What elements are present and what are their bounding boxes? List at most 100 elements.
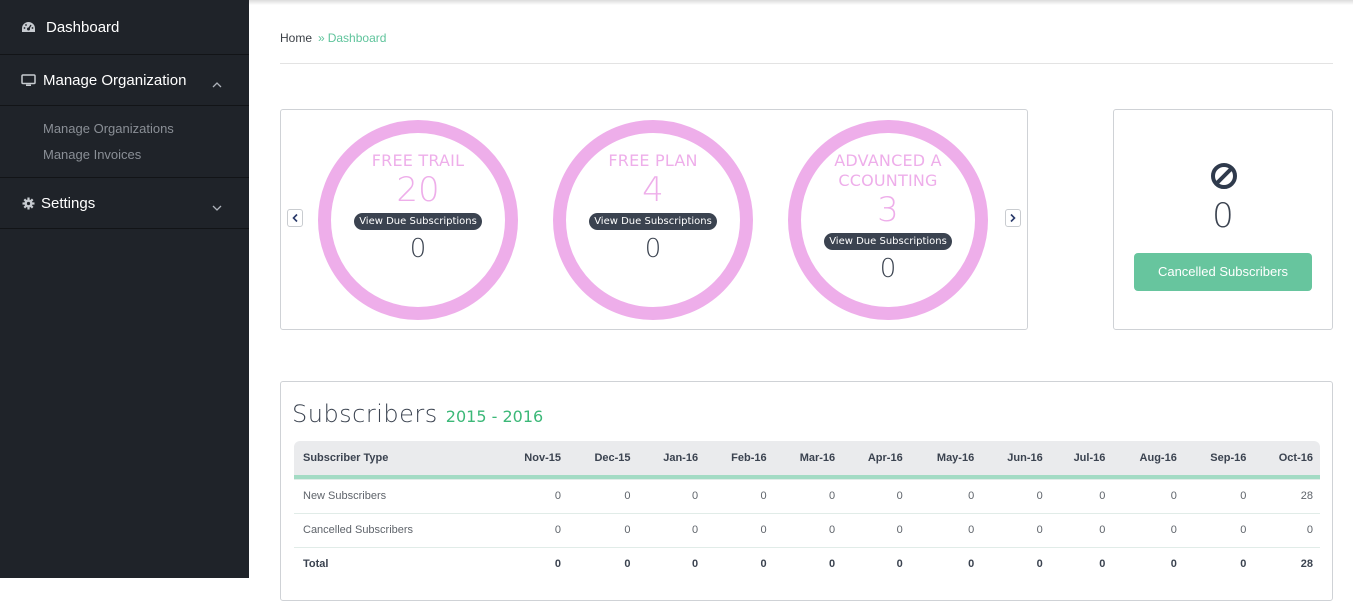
chevron-up-icon[interactable] (211, 75, 223, 88)
table-cell: 0 (637, 513, 706, 548)
table-cell: 28 (1253, 479, 1320, 514)
table-cell: 0 (760, 558, 767, 571)
ban-icon (1211, 163, 1237, 189)
table-cell: 0 (842, 479, 910, 514)
plan-count: 20 (396, 170, 440, 210)
due-count: 0 (644, 234, 662, 264)
sidebar-item-settings[interactable]: Settings (0, 178, 249, 229)
table-cell: 0 (497, 479, 568, 514)
plan-name: ADVANCED A CCOUNTING (834, 151, 942, 190)
table-cell: 28 (1300, 558, 1313, 571)
column-header-month: Mar-16 (799, 452, 836, 464)
breadcrumb: Home » Dashboard (280, 31, 386, 45)
view-due-subscriptions-button[interactable]: View Due Subscriptions (354, 213, 482, 230)
table-cell: 0 (1240, 558, 1247, 571)
table-cell: 0 (497, 513, 568, 548)
sidebar-item-label: Dashboard (46, 18, 120, 36)
row-label: Total (303, 558, 329, 571)
table-cell: 0 (1253, 513, 1320, 548)
column-header-month: May-16 (936, 452, 975, 464)
sidebar-item-manage-organization[interactable]: Manage Organization (0, 55, 249, 106)
column-header-month: Jul-16 (1073, 452, 1106, 464)
plans-carousel: FREE TRAIL 20 View Due Subscriptions 0 F… (280, 109, 1028, 330)
subscribers-range: 2015 - 2016 (445, 407, 544, 426)
table-cell: 0 (1170, 558, 1177, 571)
cancelled-subscribers-button[interactable]: Cancelled Subscribers (1134, 253, 1312, 291)
breadcrumb-current: Dashboard (327, 31, 387, 45)
top-shadow (249, 0, 1353, 5)
table-cell: 0 (909, 479, 982, 514)
plan-count: 4 (642, 170, 664, 210)
table-cell: 0 (691, 558, 699, 571)
carousel-next-button[interactable] (1005, 209, 1021, 227)
chevron-right-icon (1010, 213, 1016, 223)
sidebar: Dashboard Manage Organization Manage Org… (0, 0, 249, 578)
table-cell: 0 (705, 479, 774, 514)
monitor-icon (20, 72, 36, 88)
table-row-cancelled-subscribers: Cancelled Subscribers 0 0 0 0 0 0 0 0 0 0 0 0 (294, 513, 1320, 548)
plan-card-advanced-accounting: ADVANCED A CCOUNTING 3 View Due Subscrip… (788, 120, 988, 320)
column-header-month: Sep-16 (1210, 452, 1247, 464)
column-header-month: Jun-16 (1007, 452, 1043, 464)
column-header-month: Dec-15 (594, 452, 631, 464)
chevron-down-icon[interactable] (211, 198, 223, 211)
breadcrumb-separator-icon: » (318, 31, 325, 45)
gear-icon (20, 195, 36, 211)
sidebar-item-label: Manage Organization (43, 71, 187, 89)
sidebar-item-dashboard[interactable]: Dashboard (0, 0, 249, 55)
table-cell: 0 (1183, 479, 1254, 514)
table-cell: 0 (829, 558, 836, 571)
table-header-row: Subscriber Type Nov-15 Dec-15 Jan-16 Feb-16 M… (294, 441, 1320, 475)
table-cell: 0 (1183, 513, 1254, 548)
sidebar-item-label: Settings (41, 194, 96, 212)
table-cell: 0 (968, 558, 975, 571)
table-cell: 0 (1112, 513, 1184, 548)
table-cell: 0 (567, 479, 638, 514)
due-count: 0 (879, 254, 897, 284)
table-cell: 0 (705, 513, 774, 548)
plan-name: FREE TRAIL (371, 151, 465, 170)
breadcrumb-home[interactable]: Home (280, 31, 312, 45)
table-cell: 0 (896, 558, 903, 571)
plan-card-free-trail: FREE TRAIL 20 View Due Subscriptions 0 (318, 120, 518, 320)
table-cell: 0 (1099, 558, 1106, 571)
plan-name: FREE PLAN (608, 151, 698, 170)
column-header-month: Feb-16 (731, 452, 767, 464)
cancelled-subscribers-card: 0 Cancelled Subscribers (1113, 109, 1333, 330)
table-cell: 0 (1036, 558, 1043, 571)
carousel-prev-button[interactable] (287, 209, 303, 227)
subscribers-title: Subscribers (292, 400, 438, 428)
breadcrumb-divider (280, 63, 1333, 64)
column-header-type: Subscriber Type (303, 452, 389, 464)
subscribers-heading: Subscribers 2015 - 2016 (292, 400, 543, 428)
chevron-left-icon (292, 213, 298, 223)
due-count: 0 (409, 234, 427, 264)
subscribers-card: Subscribers 2015 - 2016 Subscriber Type N… (280, 381, 1333, 601)
column-header-month: Apr-16 (867, 452, 903, 464)
table-cell: 0 (842, 513, 910, 548)
view-due-subscriptions-button[interactable]: View Due Subscriptions (589, 213, 717, 230)
sidebar-subitem-manage-organizations[interactable]: Manage Organizations (43, 116, 249, 142)
table-row-total: Total 0 0 0 0 0 0 0 0 0 0 0 28 (294, 547, 1320, 581)
cancelled-count: 0 (1212, 196, 1234, 236)
table-cell: 0 (554, 558, 561, 571)
row-label: Cancelled Subscribers (294, 513, 498, 548)
table-cell: 0 (637, 479, 706, 514)
table-cell: 0 (1049, 513, 1113, 548)
view-due-subscriptions-button[interactable]: View Due Subscriptions (824, 233, 952, 250)
table-cell: 0 (909, 513, 982, 548)
table-cell: 0 (773, 479, 843, 514)
table-cell: 0 (624, 558, 631, 571)
dashboard-icon (20, 19, 36, 35)
table-cell: 0 (981, 479, 1050, 514)
sidebar-subitem-manage-invoices[interactable]: Manage Invoices (43, 142, 249, 168)
plan-count: 3 (877, 190, 899, 230)
table-cell: 0 (567, 513, 638, 548)
table-cell: 0 (773, 513, 843, 548)
table-cell: 0 (981, 513, 1050, 548)
table-row-new-subscribers: New Subscribers 0 0 0 0 0 0 0 0 0 0 0 28 (294, 479, 1320, 514)
column-header-month: Oct-16 (1278, 452, 1313, 464)
row-label: New Subscribers (294, 479, 498, 514)
table-cell: 0 (1112, 479, 1184, 514)
table-cell: 0 (1049, 479, 1113, 514)
